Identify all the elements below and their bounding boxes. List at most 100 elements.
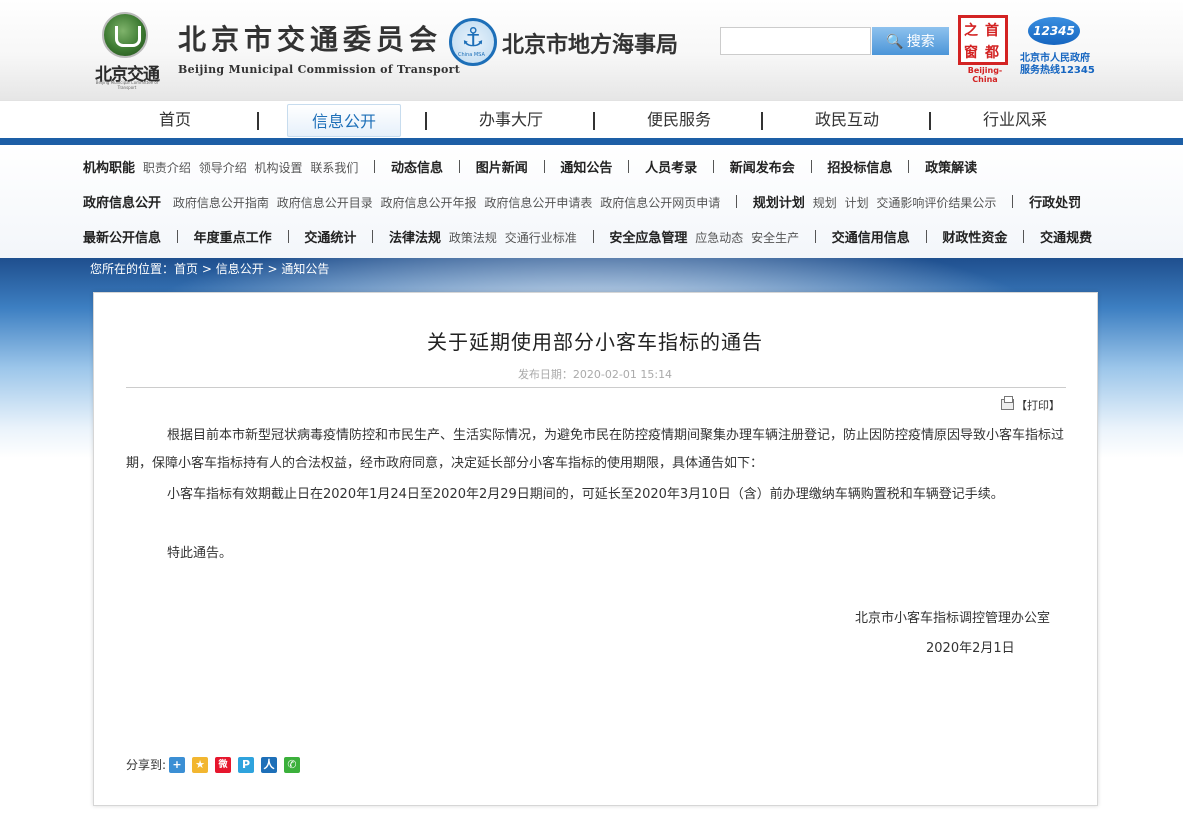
hotline-line2: 服务热线12345 <box>1020 65 1095 76</box>
hotline-logo[interactable]: 12345 北京市人民政府 服务热线12345 <box>1020 15 1100 77</box>
article-sign-date: 2020年2月1日 <box>926 641 1015 656</box>
subnav-link[interactable]: 计划 <box>845 196 869 210</box>
subnav-heading[interactable]: 交通信用信息 <box>832 231 910 246</box>
share-label: 分享到: <box>126 758 167 772</box>
subnav-link[interactable]: 政府信息公开目录 <box>277 196 373 210</box>
nav-separator <box>593 112 595 130</box>
subnav-heading[interactable]: 安全应急管理 <box>609 231 687 246</box>
subnav-heading[interactable]: 政府信息公开 <box>83 196 161 211</box>
subnav-divider <box>592 230 594 243</box>
search-input[interactable] <box>720 27 871 55</box>
nav-home[interactable]: 首页 <box>120 101 230 139</box>
subnav-heading[interactable]: 招投标信息 <box>827 161 892 176</box>
org-name-en: Beijing Municipal Commission of Transpor… <box>178 63 461 76</box>
subnav-heading[interactable]: 机构职能 <box>83 161 135 176</box>
subnav-divider <box>374 160 376 173</box>
nav-info-public[interactable]: 信息公开 <box>287 104 401 137</box>
window-char-3: 窗 <box>964 45 978 61</box>
subnav-heading[interactable]: 年度重点工作 <box>194 231 272 246</box>
subnav-link[interactable]: 应急动态 <box>695 231 743 245</box>
subnav-divider <box>925 230 927 243</box>
subnav-link[interactable]: 交通行业标准 <box>505 231 577 245</box>
wechat-icon[interactable]: ✆ <box>284 757 300 773</box>
nav-public-service[interactable]: 便民服务 <box>624 101 734 139</box>
breadcrumb-prefix: 您所在的位置： <box>90 262 175 276</box>
breadcrumb: 您所在的位置：首页 > 信息公开 > 通知公告 <box>90 260 329 277</box>
subnav-heading[interactable]: 交通规费 <box>1040 231 1092 246</box>
subnav-divider <box>814 230 816 243</box>
subnav-link[interactable]: 政府信息公开年报 <box>381 196 477 210</box>
subnav-heading[interactable]: 法律法规 <box>389 231 441 246</box>
subnav-divider <box>458 160 460 173</box>
renren-icon[interactable]: 人 <box>261 757 277 773</box>
subnav-link[interactable]: 领导介绍 <box>199 161 247 175</box>
subnav-heading[interactable]: 人员考录 <box>645 161 697 176</box>
subnav-divider <box>628 160 630 173</box>
subnav-heading[interactable]: 交通统计 <box>304 231 356 246</box>
beijing-transport-logo[interactable]: 北京交通 Beijing Municipal Committee of Tran… <box>88 12 166 90</box>
breadcrumb-separator: > <box>198 262 216 276</box>
nav-industry[interactable]: 行业风采 <box>960 101 1070 139</box>
subnav-heading[interactable]: 规划计划 <box>753 196 805 211</box>
breadcrumb-item-info[interactable]: 信息公开 <box>216 262 264 276</box>
subnav-link[interactable]: 政府信息公开申请表 <box>484 196 592 210</box>
subnav-heading[interactable]: 通知公告 <box>560 161 612 176</box>
article-paragraph: 特此通告。 <box>167 546 233 561</box>
subnav-link[interactable]: 规划 <box>813 196 837 210</box>
subnav-divider <box>908 160 910 173</box>
subnav-heading[interactable]: 最新公开信息 <box>83 231 161 246</box>
weibo-icon[interactable]: 微 <box>215 757 231 773</box>
publish-date: 发布日期：2020-02-01 15:14 <box>517 368 673 381</box>
subnav-heading[interactable]: 图片新闻 <box>476 161 528 176</box>
subnav-heading[interactable]: 行政处罚 <box>1029 196 1081 211</box>
nav-separator <box>929 112 931 130</box>
msa-anchor-icon[interactable] <box>449 18 497 66</box>
msa-logo-text: China MSA <box>458 52 485 58</box>
breadcrumb-separator: > <box>263 262 282 276</box>
hotline-text: 北京市人民政府 服务热线12345 <box>1020 53 1095 77</box>
article-paragraph: 小客车指标有效期截止日在2020年1月24日至2020年2月29日期间的，可延长… <box>167 487 1004 502</box>
nav-service-hall[interactable]: 办事大厅 <box>456 101 566 139</box>
plus-icon[interactable]: + <box>169 757 185 773</box>
capital-window-icon: 之 首 窗 都 <box>958 15 1008 65</box>
site-header: 北京交通 Beijing Municipal Committee of Tran… <box>0 0 1183 100</box>
subnav-link[interactable]: 职责介绍 <box>143 161 191 175</box>
subnav-link[interactable]: 政府信息公开网页申请 <box>600 196 720 210</box>
msa-name[interactable]: 北京市地方海事局 <box>502 27 678 59</box>
subnav-link[interactable]: 机构设置 <box>255 161 303 175</box>
window-char-4: 都 <box>985 45 999 61</box>
nav-separator <box>425 112 427 130</box>
subnav-link[interactable]: 政策法规 <box>449 231 497 245</box>
window-caption: Beijing-China <box>967 66 1003 84</box>
breadcrumb-item-notice[interactable]: 通知公告 <box>281 262 329 276</box>
search-button-label: 搜索 <box>906 34 935 50</box>
printer-icon <box>1001 396 1014 410</box>
article-title: 关于延期使用部分小客车指标的通告 <box>427 330 763 354</box>
subnav-heading[interactable]: 财政性资金 <box>942 231 1007 246</box>
subnav-divider <box>176 230 178 243</box>
tencent-weibo-icon[interactable]: P <box>238 757 254 773</box>
nav-separator <box>761 112 763 130</box>
hotline-line1: 北京市人民政府 <box>1020 53 1090 64</box>
subnav-divider <box>736 195 738 208</box>
logo-subtext: Beijing Municipal Committee of Transport <box>95 80 159 90</box>
article-paragraph: 根据目前本市新型冠状病毒疫情防控和市民生产、生活实际情况，为避免市民在防控疫情期… <box>126 428 1065 471</box>
transport-emblem-icon <box>102 12 148 58</box>
subnav-link[interactable]: 联系我们 <box>310 161 358 175</box>
subnav-link[interactable]: 安全生产 <box>751 231 799 245</box>
search-button[interactable]: 🔍 搜索 <box>872 27 949 55</box>
subnav-heading[interactable]: 动态信息 <box>391 161 443 176</box>
subnav-heading[interactable]: 政策解读 <box>925 161 977 176</box>
print-link[interactable]: 【打印】 <box>1001 396 1060 413</box>
breadcrumb-item-home[interactable]: 首页 <box>174 262 198 276</box>
qzone-star-icon[interactable]: ★ <box>192 757 208 773</box>
share-bar: 分享到: + ★ 微 P 人 ✆ <box>126 757 300 773</box>
nav-interaction[interactable]: 政民互动 <box>792 101 902 139</box>
subnav-heading[interactable]: 新闻发布会 <box>730 161 795 176</box>
subnav-link[interactable]: 政府信息公开指南 <box>173 196 269 210</box>
nav-separator <box>257 112 259 130</box>
capital-window-logo[interactable]: 之 首 窗 都 Beijing-China <box>958 15 1012 84</box>
subnav-link[interactable]: 交通影响评价结果公示 <box>876 196 996 210</box>
subnav-divider <box>543 160 545 173</box>
search-icon: 🔍 <box>886 34 904 50</box>
